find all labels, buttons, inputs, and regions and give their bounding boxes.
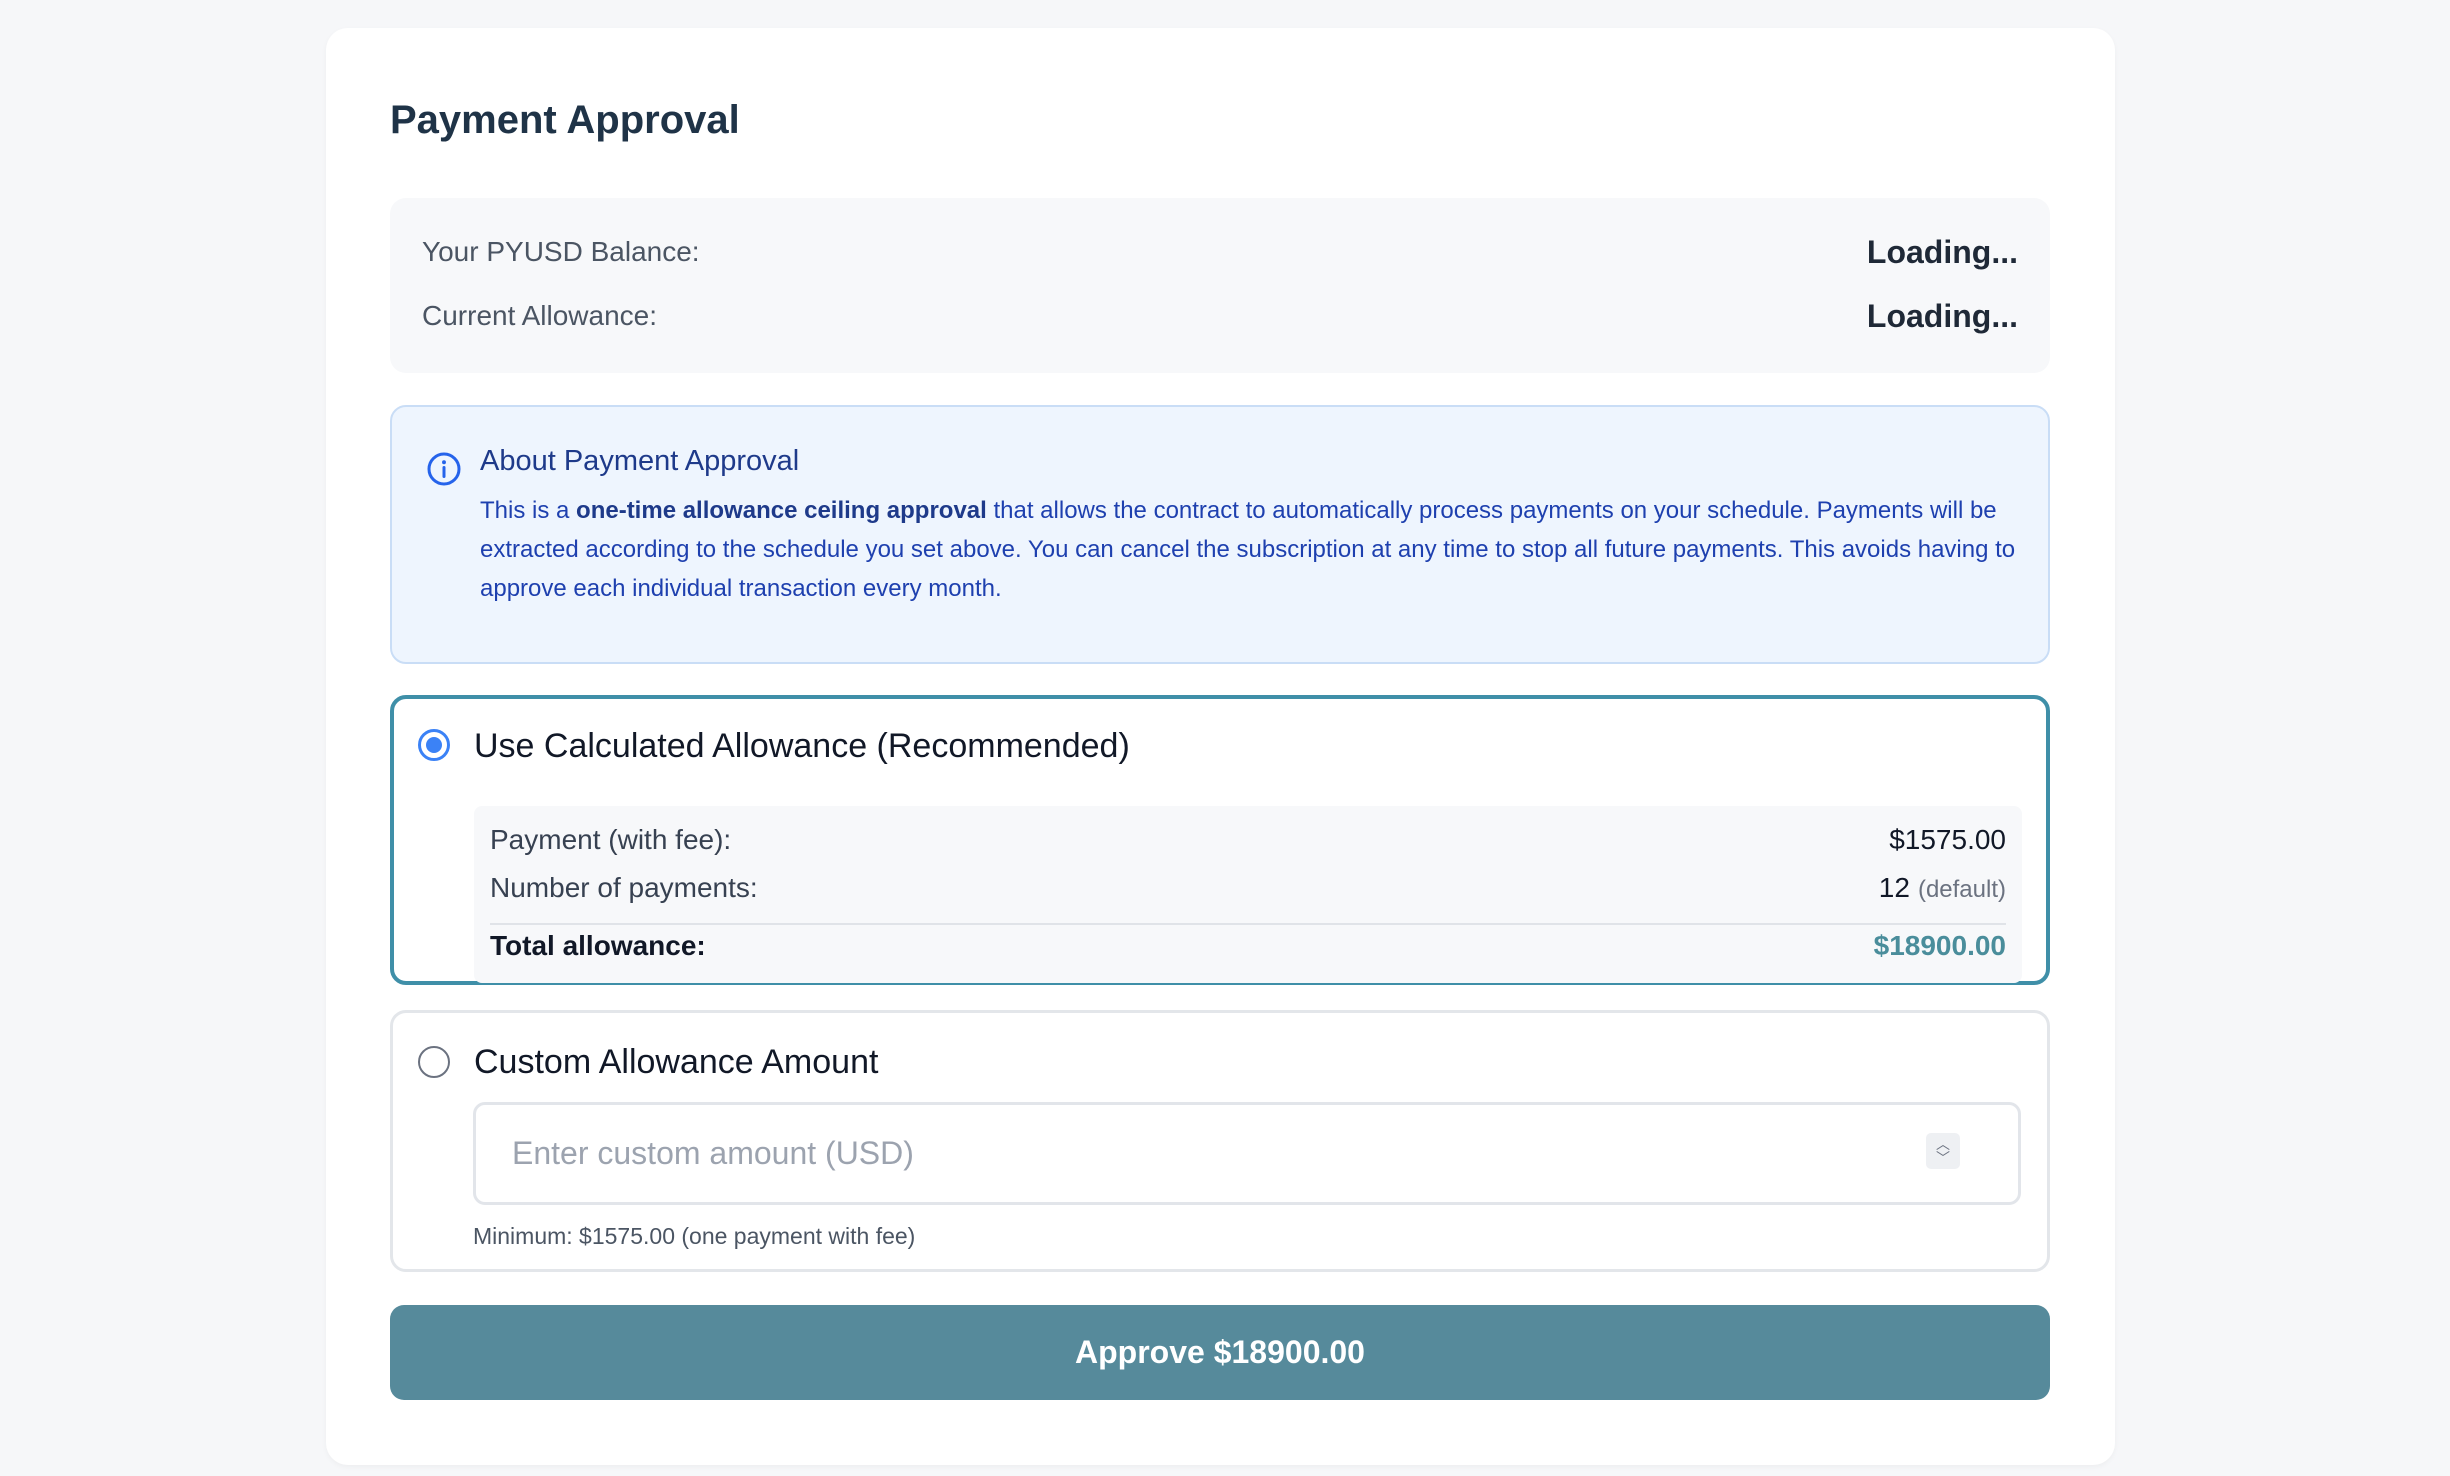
total-allowance-value: $18900.00 [1873,930,2006,961]
number-spinner[interactable]: ︿ ﹀ [1926,1133,1960,1169]
total-allowance-row: Total allowance: $18900.00 [490,930,2006,962]
number-of-payments-label: Number of payments: [490,872,758,903]
chevron-up-icon[interactable]: ︿ [1936,1137,1950,1151]
current-allowance-row: Current Allowance: Loading... [422,296,2018,336]
current-allowance-label: Current Allowance: [422,300,658,331]
payment-with-fee-value: $1575.00 [1889,824,2006,855]
chevron-down-icon[interactable]: ﹀ [1936,1151,1950,1165]
balance-summary: Your PYUSD Balance: Loading... Current A… [390,198,2050,373]
pyusd-balance-label: Your PYUSD Balance: [422,236,700,267]
custom-amount-input[interactable] [473,1102,2021,1205]
payment-with-fee-row: Payment (with fee): $1575.00 [490,824,2006,856]
page-title: Payment Approval [390,98,740,142]
total-allowance-label: Total allowance: [490,930,706,961]
pyusd-balance-value: Loading... [1866,233,2018,270]
allowance-breakdown: Payment (with fee): $1575.00 Number of p… [474,806,2022,983]
custom-allowance-option[interactable]: Custom Allowance Amount ︿ ﹀ Minimum: $15… [390,1010,2050,1272]
calculated-allowance-label[interactable]: Use Calculated Allowance (Recommended) [474,727,1130,766]
number-of-payments-value: 12 [1878,872,1910,903]
default-note: (default) [1917,876,2006,903]
info-circle-icon [427,452,461,486]
calculated-allowance-option[interactable]: Use Calculated Allowance (Recommended) P… [390,695,2050,985]
divider [490,923,2006,925]
number-of-payments-row: Number of payments: 12 (default) [490,872,2006,904]
approve-button[interactable]: Approve $18900.00 [390,1305,2050,1400]
calculated-allowance-radio[interactable] [418,729,450,761]
minimum-hint: Minimum: $1575.00 (one payment with fee) [473,1223,916,1249]
payment-approval-card: Payment Approval Your PYUSD Balance: Loa… [326,28,2115,1465]
current-allowance-value: Loading... [1866,297,2018,334]
info-panel: About Payment Approval This is a one-tim… [390,405,2050,664]
info-title: About Payment Approval [480,445,800,477]
payment-with-fee-label: Payment (with fee): [490,824,732,855]
pyusd-balance-row: Your PYUSD Balance: Loading... [422,232,2018,272]
info-highlight: one-time allowance ceiling approval [576,497,987,524]
info-text: This is a one-time allowance ceiling app… [480,497,2016,602]
